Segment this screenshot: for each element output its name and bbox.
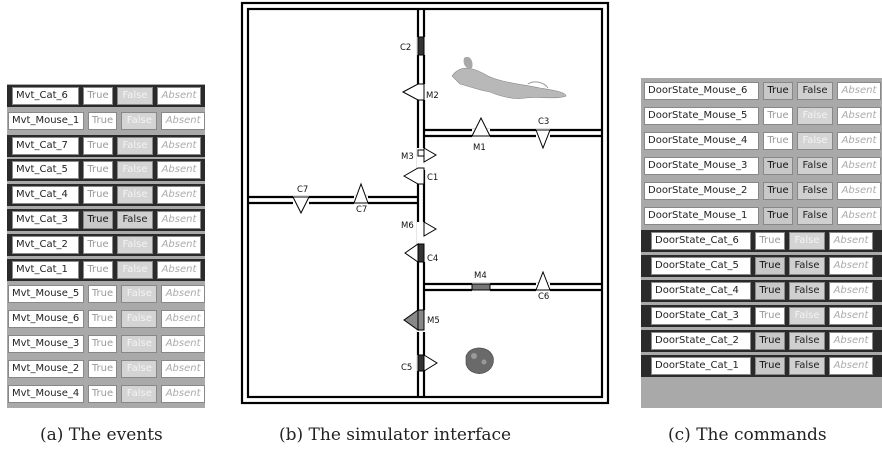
cat-sprite — [451, 56, 567, 99]
label-M5: M5 — [427, 316, 440, 326]
door-C5 — [417, 354, 425, 372]
label-C1: C1 — [427, 173, 438, 183]
door-M6 — [423, 221, 437, 237]
simulator-caption: (b) The simulator interface — [279, 425, 512, 445]
door-C4-arrow — [404, 243, 419, 263]
door-M3-arrow — [423, 147, 437, 163]
label-M3: M3 — [401, 152, 414, 162]
label-C4: C4 — [427, 254, 438, 264]
door-C5-arrow — [423, 354, 438, 372]
label-C3: C3 — [538, 117, 549, 127]
label-M6: M6 — [401, 221, 414, 231]
label-M2: M2 — [426, 91, 439, 101]
label-C5: C5 — [401, 363, 412, 373]
door-M2 — [401, 83, 425, 101]
door-C3 — [535, 129, 551, 150]
label-C6: C6 — [538, 292, 549, 302]
door-M4 — [471, 283, 491, 291]
label-M4: M4 — [474, 271, 487, 281]
door-C6 — [535, 270, 551, 291]
door-M5 — [403, 309, 419, 331]
label-C7-left: C7 — [297, 185, 308, 195]
label-M1: M1 — [473, 143, 486, 153]
door-C2 — [417, 36, 425, 56]
commands-caption: (c) The commands — [668, 425, 827, 445]
door-C4 — [417, 243, 425, 263]
mouse-sprite — [465, 347, 494, 374]
door-C1 — [402, 167, 425, 185]
events-caption: (a) The events — [40, 425, 163, 445]
door-M1 — [471, 116, 491, 137]
label-C2: C2 — [400, 43, 411, 53]
label-C7-right: C7 — [356, 205, 367, 215]
simulator-interface: C2 M2 M1 C3 M3 C1 C7 C7 M6 C4 M4 C6 M5 C… — [240, 1, 610, 405]
door-M3 — [417, 149, 425, 157]
door-C7-right — [353, 182, 369, 204]
